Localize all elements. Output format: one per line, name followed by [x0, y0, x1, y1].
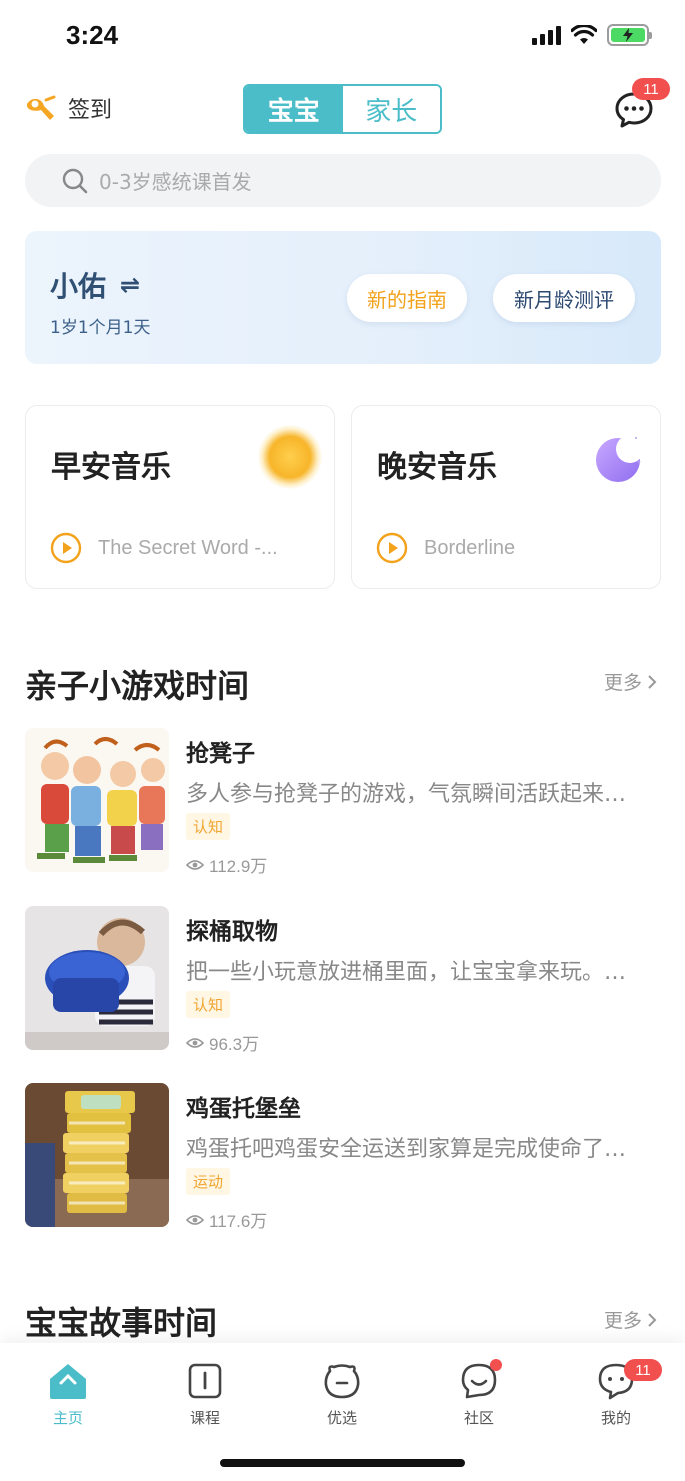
game-tag: 运动 [186, 1168, 231, 1195]
battery-icon [607, 24, 652, 46]
night-music-track[interactable]: Borderline [376, 532, 646, 564]
eye-icon [186, 1214, 204, 1225]
community-notification-dot [490, 1359, 502, 1371]
game-thumbnail [25, 906, 169, 1050]
message-badge: 11 [632, 78, 670, 100]
game-title: 鸡蛋托堡垒 [186, 1096, 301, 1122]
game-title: 抢凳子 [186, 741, 255, 767]
new-guide-button[interactable]: 新的指南 [347, 274, 467, 322]
tab-baby[interactable]: 宝宝 [245, 86, 343, 132]
games-section-title: 亲子小游戏时间 [25, 667, 250, 705]
morning-track-name: The Secret Word -... [98, 536, 278, 559]
search-bar[interactable]: 0-3岁感统课首发 [25, 154, 661, 207]
tab-selection[interactable]: 优选 [302, 1361, 382, 1428]
tab-courses[interactable]: 课程 [165, 1361, 245, 1428]
games-more-label: 更多 [604, 672, 643, 694]
game-thumbnail [25, 728, 169, 872]
chevron-right-icon [648, 674, 657, 689]
game-views: 117.6万 [186, 1207, 267, 1232]
eye-icon [186, 1037, 204, 1048]
game-tag: 认知 [186, 991, 231, 1018]
tab-home[interactable]: 主页 [28, 1361, 108, 1428]
tab-home-label: 主页 [52, 1409, 83, 1427]
tab-courses-label: 课程 [189, 1409, 220, 1427]
morning-music-track[interactable]: The Secret Word -... [50, 532, 320, 564]
tab-mine-label: 我的 [600, 1409, 631, 1427]
play-icon[interactable] [376, 532, 408, 564]
switch-baby-icon[interactable]: ⇌ [120, 271, 140, 299]
game-thumbnail [25, 1083, 169, 1227]
tab-community-label: 社区 [463, 1409, 494, 1427]
search-icon [62, 168, 88, 193]
stories-more-link[interactable]: 更多 [604, 1306, 658, 1333]
game-description: 多人参与抢凳子的游戏，气氛瞬间活跃起来… [186, 782, 627, 807]
game-views: 96.3万 [186, 1030, 259, 1055]
home-indicator [220, 1459, 465, 1467]
status-icons [532, 24, 652, 46]
stories-more-label: 更多 [604, 1310, 643, 1332]
game-views: 112.9万 [186, 852, 267, 877]
baby-name: 小佑 [50, 270, 107, 303]
play-icon[interactable] [50, 532, 82, 564]
tab-parent[interactable]: 家长 [342, 86, 440, 132]
morning-music-title: 早安音乐 [51, 450, 171, 485]
monthly-evaluation-button[interactable]: 新月龄测评 [493, 274, 635, 322]
status-bar: 3:24 [0, 0, 685, 75]
night-music-title: 晚安音乐 [377, 450, 497, 485]
moon-icon [596, 435, 644, 482]
bear-face-icon [324, 1364, 360, 1399]
game-description: 把一些小玩意放进桶里面，让宝宝拿来玩。… [186, 960, 627, 985]
cellular-signal-icon [532, 25, 561, 45]
tab-selection-label: 优选 [326, 1409, 357, 1427]
game-description: 鸡蛋托吧鸡蛋安全运送到家算是完成使命了… [186, 1137, 627, 1162]
night-track-name: Borderline [424, 536, 516, 559]
wifi-icon [571, 25, 597, 44]
game-view-count: 96.3万 [209, 1035, 260, 1054]
game-item[interactable]: 鸡蛋托堡垒 鸡蛋托吧鸡蛋安全运送到家算是完成使命了… 运动 117.6万 [25, 1083, 661, 1231]
game-item[interactable]: 抢凳子 多人参与抢凳子的游戏，气氛瞬间活跃起来… 认知 112.9万 [25, 728, 661, 876]
baby-parent-switcher: 宝宝 家长 [243, 84, 442, 134]
game-item[interactable]: 探桶取物 把一些小玩意放进桶里面，让宝宝拿来玩。… 认知 96.3万 [25, 906, 661, 1054]
game-title: 探桶取物 [186, 919, 278, 945]
baby-profile-card: 小佑 ⇌ 1岁1个月1天 新的指南 新月龄测评 [25, 231, 661, 364]
checkin-icon [26, 95, 56, 120]
game-view-count: 112.9万 [209, 857, 268, 876]
baby-age: 1岁1个月1天 [50, 318, 151, 338]
checkin-button[interactable]: 签到 [24, 92, 112, 124]
book-icon [188, 1363, 222, 1399]
mine-badge: 11 [624, 1359, 662, 1381]
top-bar: 签到 宝宝 家长 [0, 80, 685, 140]
status-time: 3:24 [66, 20, 119, 50]
baby-name-row[interactable]: 小佑 ⇌ [50, 265, 140, 305]
tab-community[interactable]: 社区 [439, 1361, 519, 1428]
search-placeholder: 0-3岁感统课首发 [99, 170, 252, 194]
chevron-right-icon [648, 1312, 657, 1327]
sun-icon [258, 425, 322, 489]
eye-icon [186, 859, 204, 870]
game-tag: 认知 [186, 813, 231, 840]
game-view-count: 117.6万 [209, 1212, 268, 1231]
stories-section-title: 宝宝故事时间 [25, 1304, 218, 1342]
checkin-label: 签到 [68, 98, 113, 123]
home-icon [50, 1364, 86, 1399]
games-more-link[interactable]: 更多 [604, 668, 658, 695]
